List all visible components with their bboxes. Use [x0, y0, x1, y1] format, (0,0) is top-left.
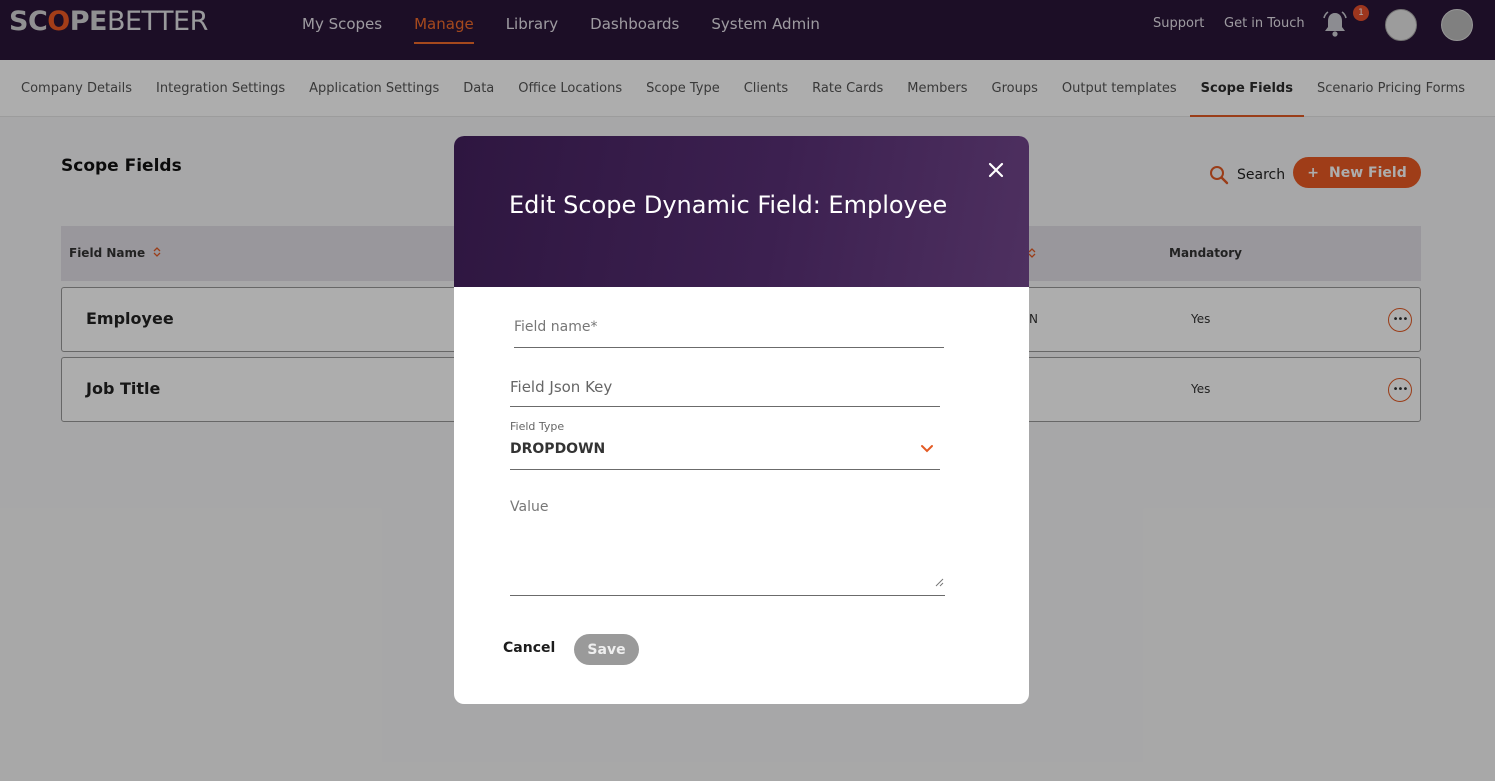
chevron-down-icon: [921, 445, 933, 453]
modal-header: Edit Scope Dynamic Field: Employee: [454, 136, 1029, 287]
field-name-label: Field name*: [514, 319, 598, 335]
json-key-label: Field Json Key: [510, 378, 613, 396]
cancel-button[interactable]: Cancel: [503, 640, 555, 656]
field-type-value: DROPDOWN: [510, 441, 606, 457]
close-icon[interactable]: [984, 158, 1008, 182]
value-label: Value: [510, 499, 549, 515]
save-button[interactable]: Save: [574, 634, 639, 665]
field-name-input[interactable]: Field name*: [514, 311, 944, 348]
field-type-select[interactable]: Field Type DROPDOWN: [510, 419, 940, 470]
value-textarea[interactable]: Value: [510, 491, 945, 596]
edit-field-modal: Edit Scope Dynamic Field: Employee Field…: [454, 136, 1029, 704]
field-type-label: Field Type: [510, 420, 565, 433]
resize-handle-icon[interactable]: [934, 577, 944, 587]
json-key-input[interactable]: Field Json Key: [510, 371, 940, 407]
modal-title: Edit Scope Dynamic Field: Employee: [509, 191, 948, 219]
